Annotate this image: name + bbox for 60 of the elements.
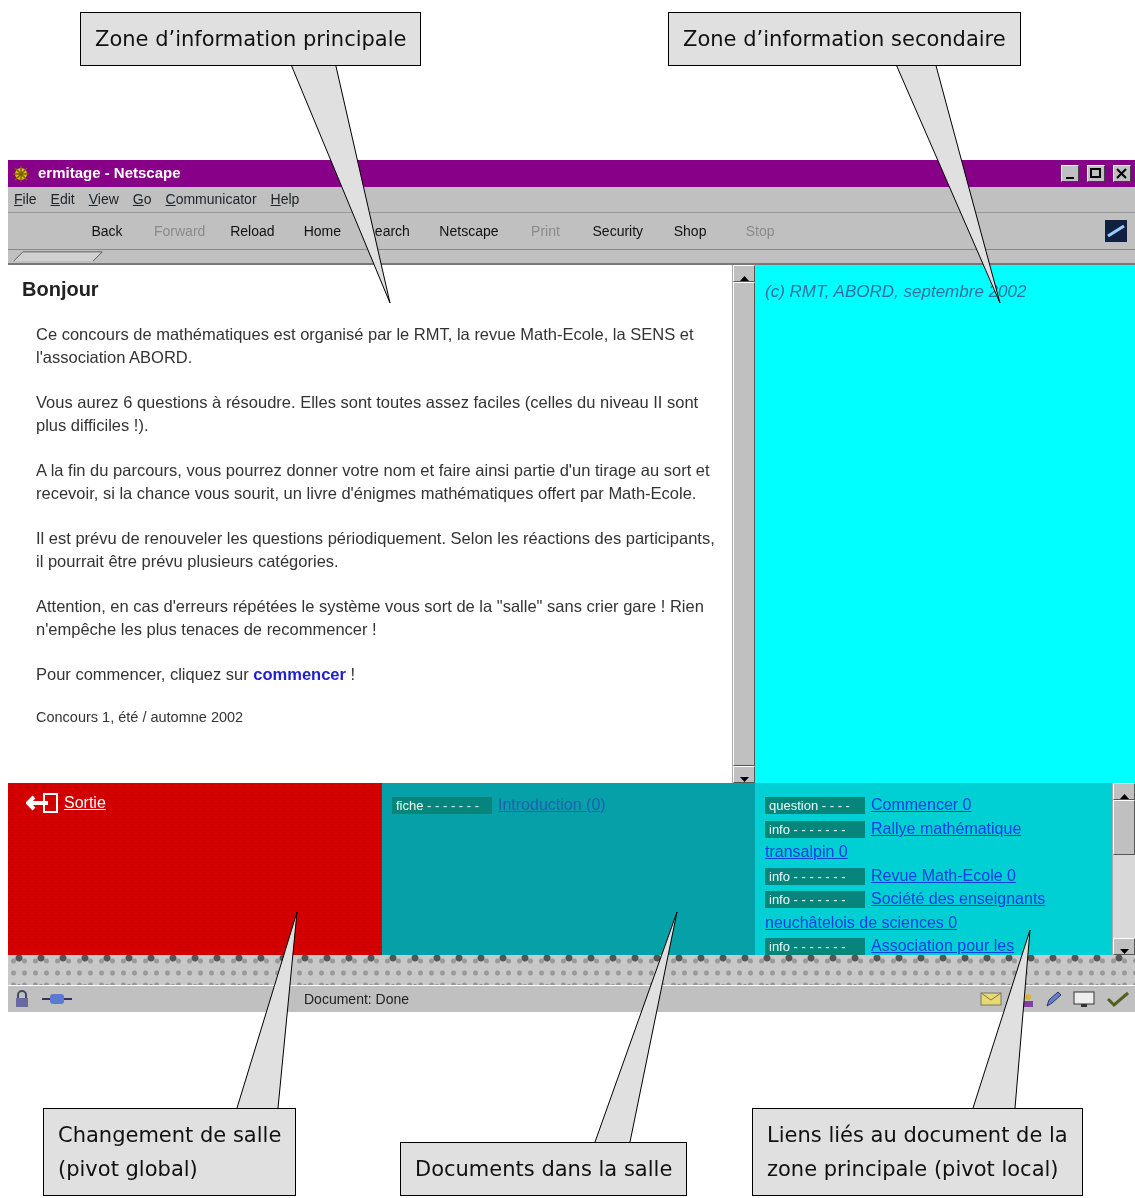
related-link[interactable]: Commencer 0 [871,796,972,813]
status-text: Document: Done [303,989,411,1009]
related-link[interactable]: Société des enseignants [871,890,1046,907]
close-button[interactable] [1113,165,1131,182]
toolbar-button[interactable]: earch [357,220,428,242]
link-tag: info - - - - - - - [765,938,865,955]
menu-item[interactable]: View [88,189,119,210]
minimize-button[interactable] [1061,165,1079,182]
toolbar-button[interactable]: Shop [655,220,726,242]
toolbar-button[interactable]: Netscape [427,220,511,242]
related-link[interactable]: Association pour les [871,937,1015,954]
link-tag: question - - - - [765,797,865,814]
checkmark-icon[interactable] [1105,990,1131,1008]
related-link[interactable]: Revue Math-Ecole 0 [871,866,1016,884]
page-heading: Bonjour [22,277,100,301]
related-link[interactable]: Rallye mathématique [871,819,1022,837]
minimize-icon [1066,176,1074,179]
paragraph: Il est prévu de renouveler les questions périodiquement. Selon les réactions des participants, il pourrait être prévu plusieurs catégories. [36,528,716,572]
scrollbar[interactable] [1112,783,1135,955]
toolbar-button[interactable]: Home [287,220,358,242]
pen-icon[interactable] [1043,990,1063,1008]
scroll-up-button[interactable] [1113,783,1135,800]
menu-item[interactable]: Go [132,189,152,210]
close-icon [1114,166,1130,181]
window-title: ermitage - Netscape [38,163,182,184]
link-tag: info - - - - - - - [765,867,865,885]
document-tag: fiche - - - - - - - [392,797,492,814]
menu-item[interactable]: Edit [50,189,75,210]
paragraph: Vous aurez 6 questions à résoudre. Elles sont toutes assez faciles (celles du niveau II sont plus difficiles !). [36,392,700,436]
start-link[interactable]: commencer [253,665,346,683]
toolbar-button[interactable]: Security [580,220,656,242]
paragraph: Attention, en cas d'erreurs répétées le système vous sort de la "salle" sans crier gare ! Rien n'empêche les plus tenaces de recommencer ! [36,596,705,640]
menu-item[interactable]: Help [270,189,300,210]
maximize-icon [1088,166,1104,181]
related-link[interactable]: neuchâtelois de sciences 0 [765,913,958,931]
exit-arrow-icon [26,792,60,814]
scroll-down-button[interactable] [733,766,755,783]
monitor-icon[interactable] [1071,990,1097,1008]
scroll-thumb[interactable] [1113,800,1135,855]
toolbar-button[interactable]: Back [72,220,142,242]
toolbar-button[interactable]: Reload [217,220,288,242]
link-tag: info - - - - - - - [765,891,865,908]
exit-link[interactable]: Sortie [64,791,106,815]
paragraph: A la fin du parcours, vous pourrez donner votre nom et faire ainsi partie d'un tirage au sort et recevoir, si la chance vous sourit, un livre d'énigmes mathématiques offert par Math-Ecole. [36,460,711,504]
callout-label: Changement de salle (pivot global) [43,1108,297,1196]
callout-label: Zone d’information principale [80,12,422,66]
footer-text: Concours 1, été / automne 2002 [36,708,245,727]
link-tag: info - - - - - - - [765,820,865,838]
menu-item[interactable]: Communicator [165,189,257,210]
scroll-down-button[interactable] [1113,938,1135,955]
related-link[interactable]: transalpin 0 [765,843,848,860]
logo-icon [1105,220,1127,242]
maximize-button[interactable] [1087,165,1105,182]
app-icon [12,164,30,183]
callout-label: Documents dans la salle [400,1142,688,1196]
paragraph: Ce concours de mathématiques est organisé par le RMT, la revue Math-Ecole, la SENS et l'association ABORD. [36,324,695,368]
paragraph: Pour commencer, cliquez sur commencer ! [36,664,357,685]
menu-item[interactable]: File [14,189,37,210]
callout-label: Zone d’information secondaire [668,12,1021,66]
scroll-up-button[interactable] [733,265,755,282]
